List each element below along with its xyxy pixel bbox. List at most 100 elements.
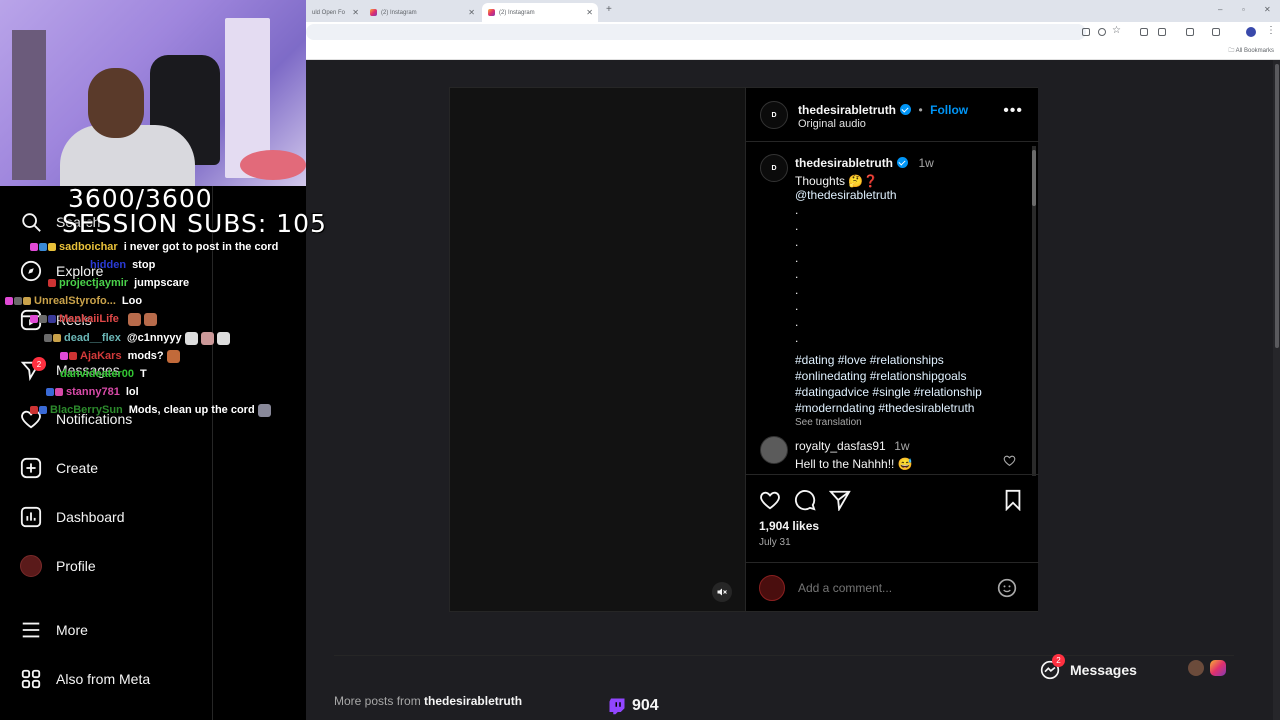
sidebar-item-create[interactable]: Create xyxy=(20,456,98,480)
post-header: D thedesirabletruth • Follow Original au… xyxy=(746,88,1039,142)
like-heart-icon[interactable] xyxy=(759,489,781,511)
maximize-icon[interactable]: ▫ xyxy=(1242,5,1245,14)
share-icon[interactable] xyxy=(829,489,851,511)
chat-badges xyxy=(30,406,47,414)
all-bookmarks[interactable]: 🗀 All Bookmarks xyxy=(1228,46,1274,56)
post-date: July 31 xyxy=(759,537,791,548)
hashtag-line[interactable]: #moderndating #thedesirabletruth xyxy=(795,400,1025,416)
close-icon[interactable]: ✕ xyxy=(352,8,359,17)
chat-username[interactable]: hidden xyxy=(90,259,126,271)
avatar xyxy=(20,555,42,577)
more-options-icon[interactable]: ••• xyxy=(1003,102,1023,120)
emote xyxy=(200,331,214,345)
scrollbar-thumb[interactable] xyxy=(1275,64,1279,348)
zoom-icon[interactable] xyxy=(1098,28,1106,36)
folder-icon: 🗀 xyxy=(1228,48,1236,54)
chat-message: AjaKars mods? xyxy=(60,349,180,363)
chat-badges xyxy=(60,352,77,360)
chat-username[interactable]: projectjaymir xyxy=(59,277,128,289)
commenter-avatar[interactable] xyxy=(760,436,788,464)
see-translation-link[interactable]: See translation xyxy=(795,417,1025,428)
close-icon[interactable]: ✕ xyxy=(468,8,475,17)
more-posts-heading: More posts from thedesirabletruth xyxy=(334,694,522,708)
chat-username[interactable]: AjaKars xyxy=(80,350,122,362)
caption-text: Thoughts 🤔❓ xyxy=(795,174,879,188)
side-panel-icon[interactable] xyxy=(1186,28,1194,36)
sidebar-item-also-from-meta[interactable]: Also from Meta xyxy=(20,667,150,691)
mute-button[interactable] xyxy=(712,582,732,602)
chat-username[interactable]: MankaiiLife xyxy=(59,313,119,325)
author-avatar[interactable]: D xyxy=(760,101,788,129)
follow-button[interactable]: Follow xyxy=(930,103,968,117)
chat-username[interactable]: stanny781 xyxy=(66,386,120,398)
chat-badges xyxy=(48,279,56,287)
caption-mention[interactable]: @thedesirabletruth xyxy=(795,188,1025,202)
chat-username[interactable]: dead__flex xyxy=(64,332,121,344)
audio-label[interactable]: Original audio xyxy=(798,118,866,130)
profile-avatar[interactable] xyxy=(1246,27,1256,37)
cast-icon[interactable] xyxy=(1082,28,1090,36)
caption-username[interactable]: thedesirabletruth xyxy=(795,156,893,170)
webcam-overlay xyxy=(0,0,306,186)
chat-badges xyxy=(5,297,31,305)
emote xyxy=(216,331,230,345)
browser-tab-active[interactable]: (2) Instagram ✕ xyxy=(482,3,598,22)
bits-counter: 904 xyxy=(608,697,659,715)
chat-username[interactable]: UnrealStyrofo... xyxy=(34,295,116,307)
more-posts-username[interactable]: thedesirabletruth xyxy=(424,694,522,708)
bookmarks-bar: 🗀 All Bookmarks xyxy=(306,42,1280,60)
search-icon xyxy=(22,213,41,232)
author-avatar[interactable]: D xyxy=(760,154,788,182)
close-icon[interactable]: ✕ xyxy=(586,8,593,17)
chat-username[interactable]: danvideater00 xyxy=(60,368,134,380)
session-subs: SESSION SUBS: 105 xyxy=(62,209,327,238)
likes-count[interactable]: 1,904 likes xyxy=(759,519,819,533)
caption-dot: . xyxy=(795,283,799,297)
extensions-icon[interactable] xyxy=(1158,28,1166,36)
media-icon[interactable] xyxy=(1140,28,1148,36)
chat-username[interactable]: sadboichar xyxy=(59,241,118,253)
comment-like-heart-icon[interactable] xyxy=(1003,454,1016,467)
comment-text: Hell to the Nahhh!! 😅 xyxy=(795,457,913,471)
chat-text: Mods, clean up the cord xyxy=(128,404,255,416)
streamer-head xyxy=(88,68,144,138)
hashtag-line[interactable]: #datingadvice #single #relationship xyxy=(795,384,1025,400)
hashtag-line[interactable]: #onlinedating #relationshipgoals xyxy=(795,368,1025,384)
caption-time: 1w xyxy=(918,156,934,170)
chat-message: danvideater00 T xyxy=(60,367,147,381)
browser-tab[interactable]: (2) Instagram ✕ xyxy=(364,3,480,22)
omnibox[interactable] xyxy=(306,24,1086,40)
chat-username[interactable]: BlacBerrySun xyxy=(50,404,123,416)
save-bookmark-icon[interactable] xyxy=(1002,489,1024,511)
sidebar-item-label: Profile xyxy=(56,558,96,574)
add-comment-input[interactable] xyxy=(798,577,988,599)
minimize-icon[interactable]: – xyxy=(1218,5,1222,14)
new-tab-icon[interactable]: + xyxy=(606,4,612,15)
download-icon[interactable] xyxy=(1212,28,1220,36)
tab-title: (2) Instagram xyxy=(381,9,417,16)
sidebar-item-more[interactable]: More xyxy=(20,618,88,642)
menu-icon xyxy=(22,622,40,638)
bookmark-star-icon[interactable]: ☆ xyxy=(1112,25,1121,36)
emoji-icon[interactable] xyxy=(997,578,1017,598)
instagram-favicon-icon xyxy=(370,9,377,16)
reel-video[interactable] xyxy=(450,88,745,611)
comment-bubble-icon[interactable] xyxy=(794,489,816,511)
browser-menu-icon[interactable]: ⋮ xyxy=(1266,25,1276,36)
author-username[interactable]: thedesirabletruth xyxy=(798,103,896,117)
comments-scrollbar-thumb[interactable] xyxy=(1032,150,1036,206)
contact-avatar xyxy=(1188,660,1204,676)
post-actions: 1,904 likes July 31 xyxy=(746,474,1039,554)
page-scrollbar[interactable] xyxy=(1273,60,1280,720)
messages-dock[interactable]: Messages xyxy=(1040,650,1240,690)
chat-message: hidden stop xyxy=(90,258,155,272)
browser-tab[interactable]: uld Open Fo ✕ xyxy=(306,3,364,22)
sidebar-item-profile[interactable]: Profile xyxy=(20,554,96,578)
verified-icon xyxy=(897,157,909,168)
bits-count: 904 xyxy=(632,697,659,714)
hashtag-line[interactable]: #dating #love #relationships xyxy=(795,352,1025,368)
sidebar-item-label: Dashboard xyxy=(56,509,125,525)
window-close-icon[interactable]: ✕ xyxy=(1264,5,1271,14)
sidebar-item-dashboard[interactable]: Dashboard xyxy=(20,505,125,529)
comment-username[interactable]: royalty_dasfas91 xyxy=(795,439,886,453)
